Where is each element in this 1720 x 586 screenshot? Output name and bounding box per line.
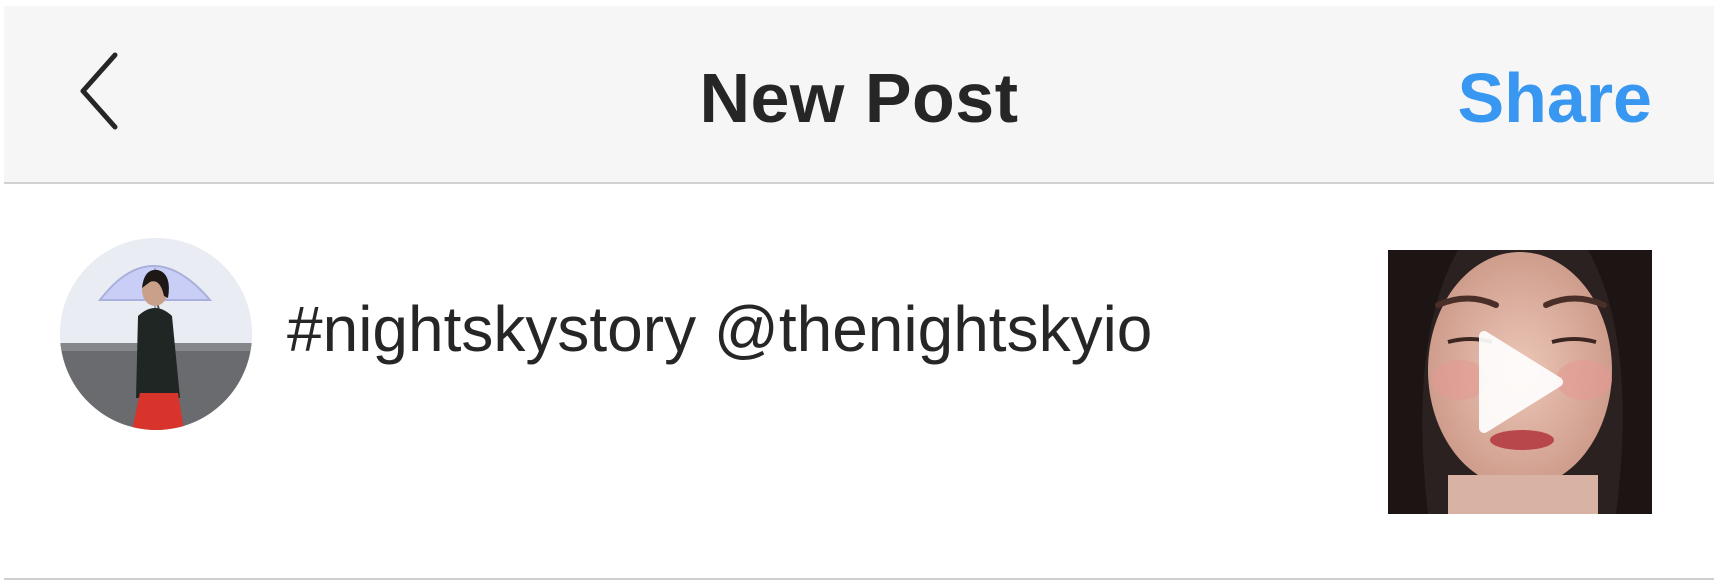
user-avatar — [60, 238, 252, 430]
post-composer: #nightskystory @thenightskyio — [4, 184, 1714, 580]
video-thumbnail[interactable] — [1388, 250, 1652, 514]
new-post-screen: New Post Share #nightskystory @thenights… — [0, 0, 1720, 586]
navigation-bar: New Post Share — [4, 6, 1714, 184]
caption-input[interactable]: #nightskystory @thenightskyio — [287, 292, 1152, 366]
share-button[interactable]: Share — [1457, 58, 1652, 138]
